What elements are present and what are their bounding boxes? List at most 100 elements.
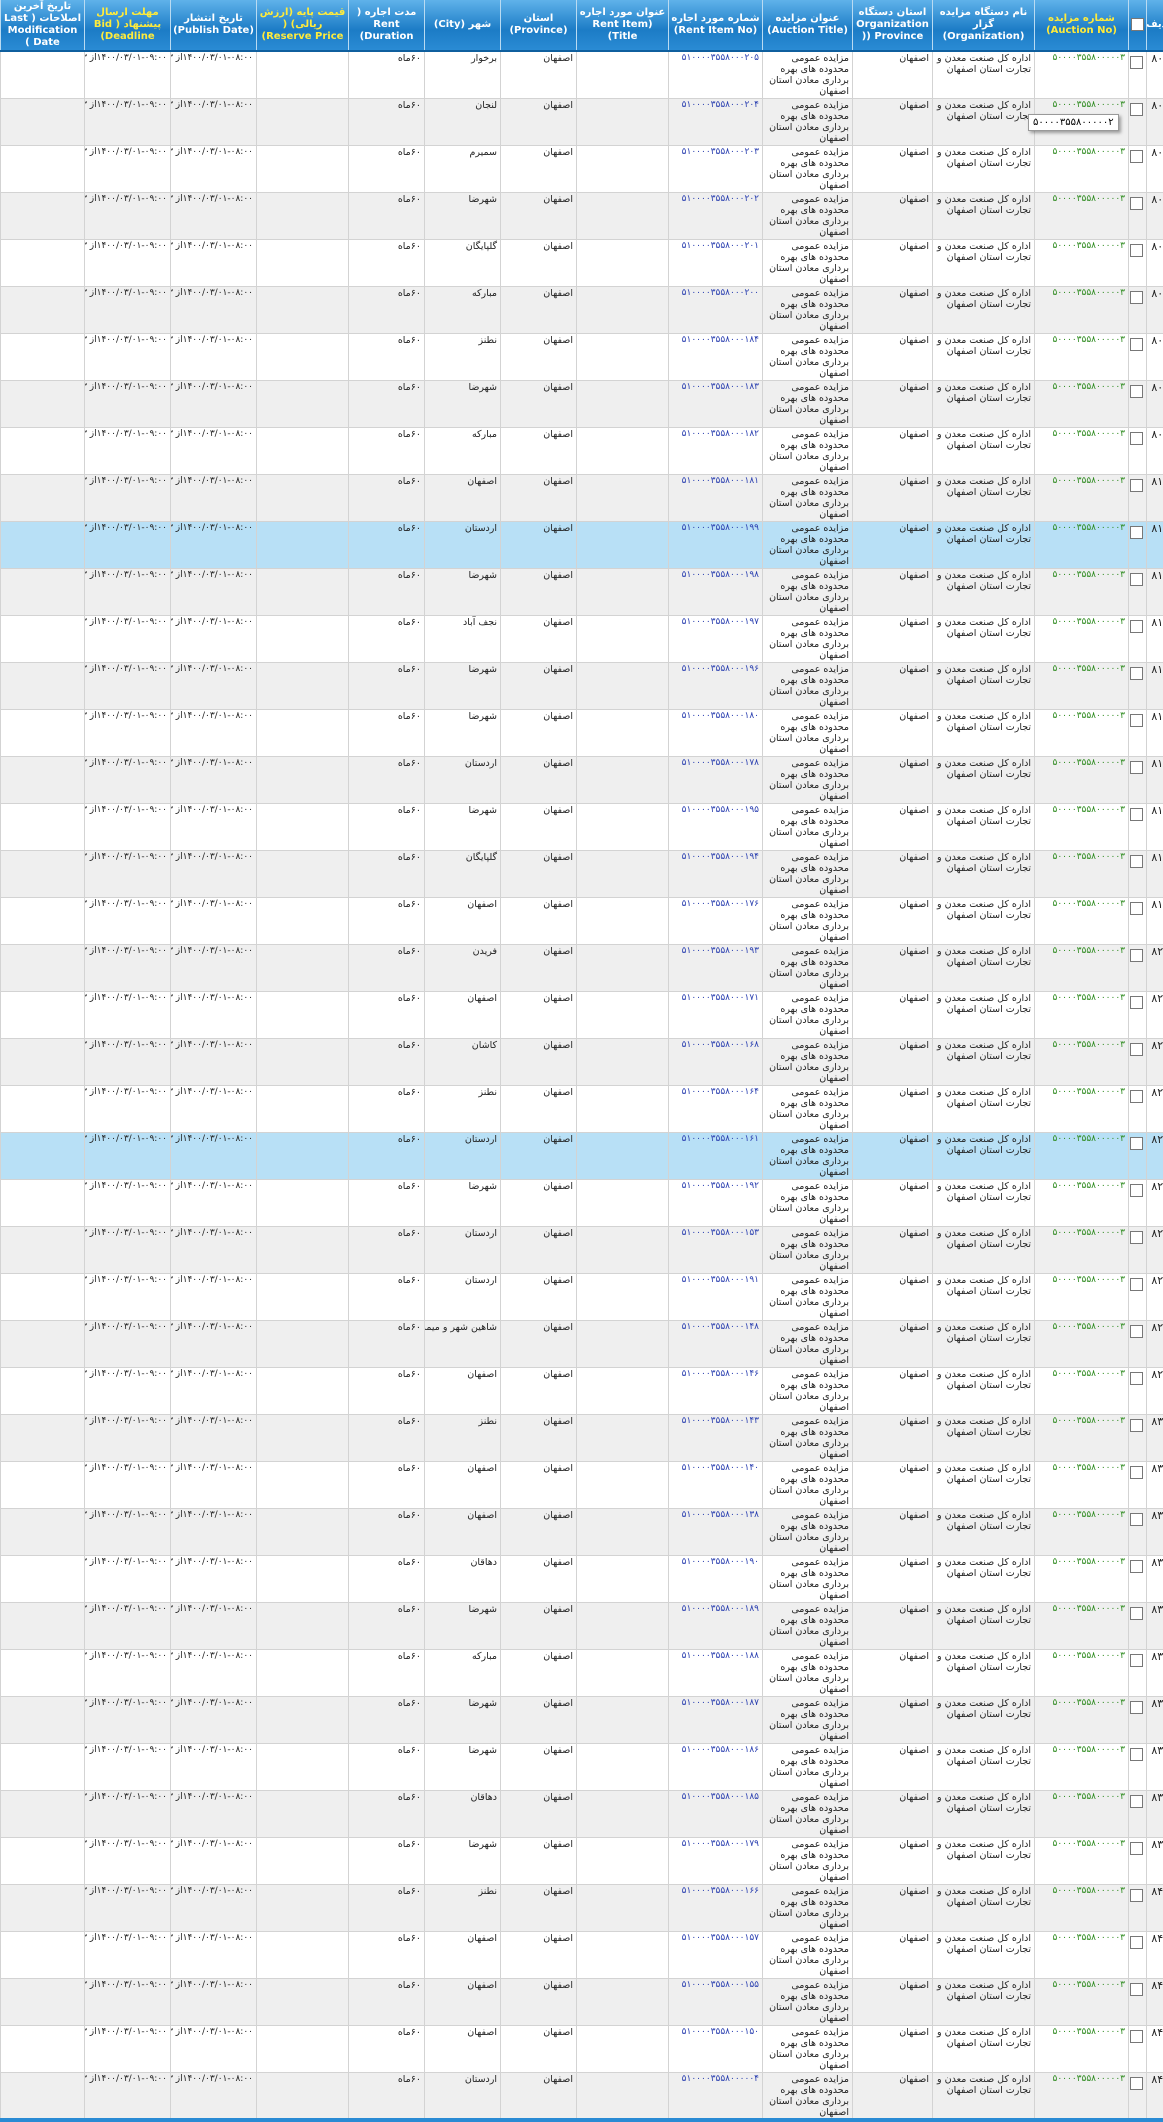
cell-rent-no[interactable]: ۵۱۰۰۰۰۳۵۵۸۰۰۰۱۶۸ [668, 1038, 763, 1086]
cell-rent-no[interactable]: ۵۱۰۰۰۰۳۵۵۸۰۰۰۱۴۰ [668, 1461, 763, 1509]
row-checkbox[interactable] [1130, 526, 1143, 539]
cell-auction-no[interactable]: ۵۰۰۰۰۳۵۵۸۰۰۰۰۰۳ [1034, 145, 1129, 193]
row-checkbox[interactable] [1130, 1466, 1143, 1479]
cell-rent-no[interactable]: ۵۱۰۰۰۰۳۵۵۸۰۰۰۲۰۲ [668, 192, 763, 240]
table-row[interactable]: ۸۳۹ ۵۰۰۰۰۳۵۵۸۰۰۰۰۰۳اداره کل صنعت معدن و ت… [0, 1837, 1163, 1885]
cell-auction-no[interactable]: ۵۰۰۰۰۳۵۵۸۰۰۰۰۰۳ [1034, 1837, 1129, 1885]
cell-auction-no[interactable]: ۵۰۰۰۰۳۵۵۸۰۰۰۰۰۳ [1034, 615, 1129, 663]
cell-auction-no[interactable]: ۵۰۰۰۰۳۵۵۸۰۰۰۰۰۳ [1034, 944, 1129, 992]
table-row[interactable]: ۸۳۳ ۵۰۰۰۰۳۵۵۸۰۰۰۰۰۳اداره کل صنعت معدن و ت… [0, 1555, 1163, 1603]
row-checkbox[interactable] [1130, 573, 1143, 586]
table-row[interactable]: ۸۰۴ ۵۰۰۰۰۳۵۵۸۰۰۰۰۰۳اداره کل صنعت معدن و ت… [0, 192, 1163, 240]
cell-rent-no[interactable]: ۵۱۰۰۰۰۳۵۵۸۰۰۰۲۰۱ [668, 239, 763, 287]
row-checkbox[interactable] [1130, 714, 1143, 727]
table-row[interactable]: ۸۰۲۵۰۰۰۰۳۵۵۸۰۰۰۰۰۳اداره کل صنعت معدن و ت… [0, 98, 1163, 146]
row-checkbox[interactable] [1130, 1137, 1143, 1150]
table-row[interactable]: ۸۲۰ ۵۰۰۰۰۳۵۵۸۰۰۰۰۰۳اداره کل صنعت معدن و ت… [0, 944, 1163, 992]
column-header-auction_no[interactable]: شماره مزایده (Auction No) [1034, 0, 1129, 52]
table-row[interactable]: ۸۱۰ ۵۰۰۰۰۳۵۵۸۰۰۰۰۰۳اداره کل صنعت معدن و ت… [0, 474, 1163, 522]
cell-rent-no[interactable]: ۵۱۰۰۰۰۳۵۵۸۰۰۰۱۷۸ [668, 756, 763, 804]
cell-rent-no[interactable]: ۵۱۰۰۰۰۳۵۵۸۰۰۰۱۸۵ [668, 1790, 763, 1838]
cell-rent-no[interactable]: ۵۱۰۰۰۰۳۵۵۸۰۰۰۱۵۳ [668, 1226, 763, 1274]
table-row[interactable]: ۸۱۳ ۵۰۰۰۰۳۵۵۸۰۰۰۰۰۳اداره کل صنعت معدن و ت… [0, 615, 1163, 663]
cell-auction-no[interactable]: ۵۰۰۰۰۳۵۵۸۰۰۰۰۰۳ [1034, 1508, 1129, 1556]
row-checkbox[interactable] [1130, 1325, 1143, 1338]
cell-rent-no[interactable]: ۵۱۰۰۰۰۳۵۵۸۰۰۰۲۰۵ [668, 51, 763, 99]
row-checkbox[interactable] [1130, 479, 1143, 492]
row-checkbox[interactable] [1130, 1889, 1143, 1902]
cell-auction-no[interactable]: ۵۰۰۰۰۳۵۵۸۰۰۰۰۰۳ [1034, 51, 1129, 99]
cell-auction-no[interactable]: ۵۰۰۰۰۳۵۵۸۰۰۰۰۰۳ [1034, 1273, 1129, 1321]
table-row[interactable]: ۸۴۰ ۵۰۰۰۰۳۵۵۸۰۰۰۰۰۳اداره کل صنعت معدن و ت… [0, 1884, 1163, 1932]
row-checkbox[interactable] [1130, 1795, 1143, 1808]
row-checkbox[interactable] [1130, 1560, 1143, 1573]
cell-rent-no[interactable]: ۵۱۰۰۰۰۳۵۵۸۰۰۰۱۵۷ [668, 1931, 763, 1979]
cell-rent-no[interactable]: ۵۱۰۰۰۰۳۵۵۸۰۰۰۱۴۸ [668, 1320, 763, 1368]
cell-rent-no[interactable]: ۵۱۰۰۰۰۳۵۵۸۰۰۰۱۸۹ [668, 1602, 763, 1650]
cell-rent-no[interactable]: ۵۱۰۰۰۰۳۵۵۸۰۰۰۱۶۴ [668, 1085, 763, 1133]
row-checkbox[interactable] [1130, 667, 1143, 680]
cell-auction-no[interactable]: ۵۰۰۰۰۳۵۵۸۰۰۰۰۰۳ [1034, 756, 1129, 804]
cell-auction-no[interactable]: ۵۰۰۰۰۳۵۵۸۰۰۰۰۰۳ [1034, 380, 1129, 428]
row-checkbox[interactable] [1130, 150, 1143, 163]
row-checkbox[interactable] [1130, 244, 1143, 257]
column-header-price[interactable]: قیمت پایه (ارزش ریالی) ( Reserve Price) [256, 0, 349, 52]
table-row[interactable]: ۸۰۵ ۵۰۰۰۰۳۵۵۸۰۰۰۰۰۳اداره کل صنعت معدن و ت… [0, 239, 1163, 287]
table-row[interactable]: ۸۲۴ ۵۰۰۰۰۳۵۵۸۰۰۰۰۰۳اداره کل صنعت معدن و ت… [0, 1132, 1163, 1180]
cell-rent-no[interactable]: ۵۱۰۰۰۰۳۵۵۸۰۰۰۲۰۳ [668, 145, 763, 193]
row-checkbox[interactable] [1130, 1842, 1143, 1855]
cell-auction-no[interactable]: ۵۰۰۰۰۳۵۵۸۰۰۰۰۰۳ [1034, 1978, 1129, 2026]
row-checkbox[interactable] [1130, 855, 1143, 868]
cell-auction-no[interactable]: ۵۰۰۰۰۳۵۵۸۰۰۰۰۰۳ [1034, 1132, 1129, 1180]
table-row[interactable]: ۸۲۷ ۵۰۰۰۰۳۵۵۸۰۰۰۰۰۳اداره کل صنعت معدن و ت… [0, 1273, 1163, 1321]
table-row[interactable]: ۸۰۶ ۵۰۰۰۰۳۵۵۸۰۰۰۰۰۳اداره کل صنعت معدن و ت… [0, 286, 1163, 334]
select-all-checkbox[interactable] [1131, 18, 1144, 31]
row-checkbox[interactable] [1130, 2030, 1143, 2043]
row-checkbox[interactable] [1130, 1748, 1143, 1761]
row-checkbox[interactable] [1130, 2077, 1143, 2090]
cell-rent-no[interactable]: ۵۱۰۰۰۰۳۵۵۸۰۰۰۱۴۳ [668, 1414, 763, 1462]
cell-auction-no[interactable]: ۵۰۰۰۰۳۵۵۸۰۰۰۰۰۳ [1034, 2025, 1129, 2073]
cell-rent-no[interactable]: ۵۱۰۰۰۰۳۵۵۸۰۰۰۱۹۳ [668, 944, 763, 992]
cell-rent-no[interactable]: ۵۱۰۰۰۰۳۵۵۸۰۰۰۲۰۰ [668, 286, 763, 334]
cell-auction-no[interactable]: ۵۰۰۰۰۳۵۵۸۰۰۰۰۰۳ [1034, 897, 1129, 945]
cell-auction-no[interactable]: ۵۰۰۰۰۳۵۵۸۰۰۰۰۰۳ [1034, 1649, 1129, 1697]
cell-rent-no[interactable]: ۵۱۰۰۰۰۳۵۵۸۰۰۰۱۹۷ [668, 615, 763, 663]
table-row[interactable]: ۸۲۶ ۵۰۰۰۰۳۵۵۸۰۰۰۰۰۳اداره کل صنعت معدن و ت… [0, 1226, 1163, 1274]
table-row[interactable]: ۸۲۹ ۵۰۰۰۰۳۵۵۸۰۰۰۰۰۳اداره کل صنعت معدن و ت… [0, 1367, 1163, 1415]
cell-auction-no[interactable]: ۵۰۰۰۰۳۵۵۸۰۰۰۰۰۳ [1034, 1931, 1129, 1979]
cell-auction-no[interactable]: ۵۰۰۰۰۳۵۵۸۰۰۰۰۰۳ [1034, 286, 1129, 334]
row-checkbox[interactable] [1130, 949, 1143, 962]
table-row[interactable]: ۸۱۶ ۵۰۰۰۰۳۵۵۸۰۰۰۰۰۳اداره کل صنعت معدن و ت… [0, 756, 1163, 804]
row-checkbox[interactable] [1130, 1936, 1143, 1949]
cell-auction-no[interactable]: ۵۰۰۰۰۳۵۵۸۰۰۰۰۰۳ [1034, 850, 1129, 898]
cell-rent-no[interactable]: ۵۱۰۰۰۰۳۵۵۸۰۰۰۱۸۰ [668, 709, 763, 757]
cell-auction-no[interactable]: ۵۰۰۰۰۳۵۵۸۰۰۰۰۰۳ [1034, 662, 1129, 710]
cell-rent-no[interactable]: ۵۱۰۰۰۰۳۵۵۸۰۰۰۰۰۴ [668, 2072, 763, 2120]
cell-auction-no[interactable]: ۵۰۰۰۰۳۵۵۸۰۰۰۰۰۳ [1034, 1743, 1129, 1791]
cell-rent-no[interactable]: ۵۱۰۰۰۰۳۵۵۸۰۰۰۱۵۰ [668, 2025, 763, 2073]
column-header-deadline[interactable]: مهلت ارسال پیشنهاد ( Bid Deadline) [84, 0, 171, 52]
cell-rent-no[interactable]: ۵۱۰۰۰۰۳۵۵۸۰۰۰۱۹۱ [668, 1273, 763, 1321]
row-checkbox[interactable] [1130, 996, 1143, 1009]
cell-rent-no[interactable]: ۵۱۰۰۰۰۳۵۵۸۰۰۰۱۹۴ [668, 850, 763, 898]
row-checkbox[interactable] [1130, 620, 1143, 633]
table-row[interactable]: ۸۴۱ ۵۰۰۰۰۳۵۵۸۰۰۰۰۰۳اداره کل صنعت معدن و ت… [0, 1931, 1163, 1979]
cell-auction-no[interactable]: ۵۰۰۰۰۳۵۵۸۰۰۰۰۰۳ [1034, 991, 1129, 1039]
cell-rent-no[interactable]: ۵۱۰۰۰۰۳۵۵۸۰۰۰۱۵۵ [668, 1978, 763, 2026]
row-checkbox[interactable] [1130, 1231, 1143, 1244]
cell-rent-no[interactable]: ۵۱۰۰۰۰۳۵۵۸۰۰۰۱۸۱ [668, 474, 763, 522]
cell-auction-no[interactable]: ۵۰۰۰۰۳۵۵۸۰۰۰۰۰۳ [1034, 1414, 1129, 1462]
row-checkbox[interactable] [1130, 291, 1143, 304]
row-checkbox[interactable] [1130, 761, 1143, 774]
cell-rent-no[interactable]: ۵۱۰۰۰۰۳۵۵۸۰۰۰۱۶۶ [668, 1884, 763, 1932]
cell-auction-no[interactable]: ۵۰۰۰۰۳۵۵۸۰۰۰۰۰۳ [1034, 709, 1129, 757]
table-row[interactable]: ۸۱۴ ۵۰۰۰۰۳۵۵۸۰۰۰۰۰۳اداره کل صنعت معدن و ت… [0, 662, 1163, 710]
cell-rent-no[interactable]: ۵۱۰۰۰۰۳۵۵۸۰۰۰۱۸۲ [668, 427, 763, 475]
table-row[interactable]: ۸۳۰ ۵۰۰۰۰۳۵۵۸۰۰۰۰۰۳اداره کل صنعت معدن و ت… [0, 1414, 1163, 1462]
table-row[interactable]: ۸۱۹ ۵۰۰۰۰۳۵۵۸۰۰۰۰۰۳اداره کل صنعت معدن و ت… [0, 897, 1163, 945]
table-row[interactable]: ۸۴۳ ۵۰۰۰۰۳۵۵۸۰۰۰۰۰۳اداره کل صنعت معدن و ت… [0, 2025, 1163, 2073]
table-row[interactable]: ۸۰۱ ۵۰۰۰۰۳۵۵۸۰۰۰۰۰۳اداره کل صنعت معدن و ت… [0, 51, 1163, 99]
row-checkbox[interactable] [1130, 197, 1143, 210]
cell-auction-no[interactable]: ۵۰۰۰۰۳۵۵۸۰۰۰۰۰۳ [1034, 1038, 1129, 1086]
